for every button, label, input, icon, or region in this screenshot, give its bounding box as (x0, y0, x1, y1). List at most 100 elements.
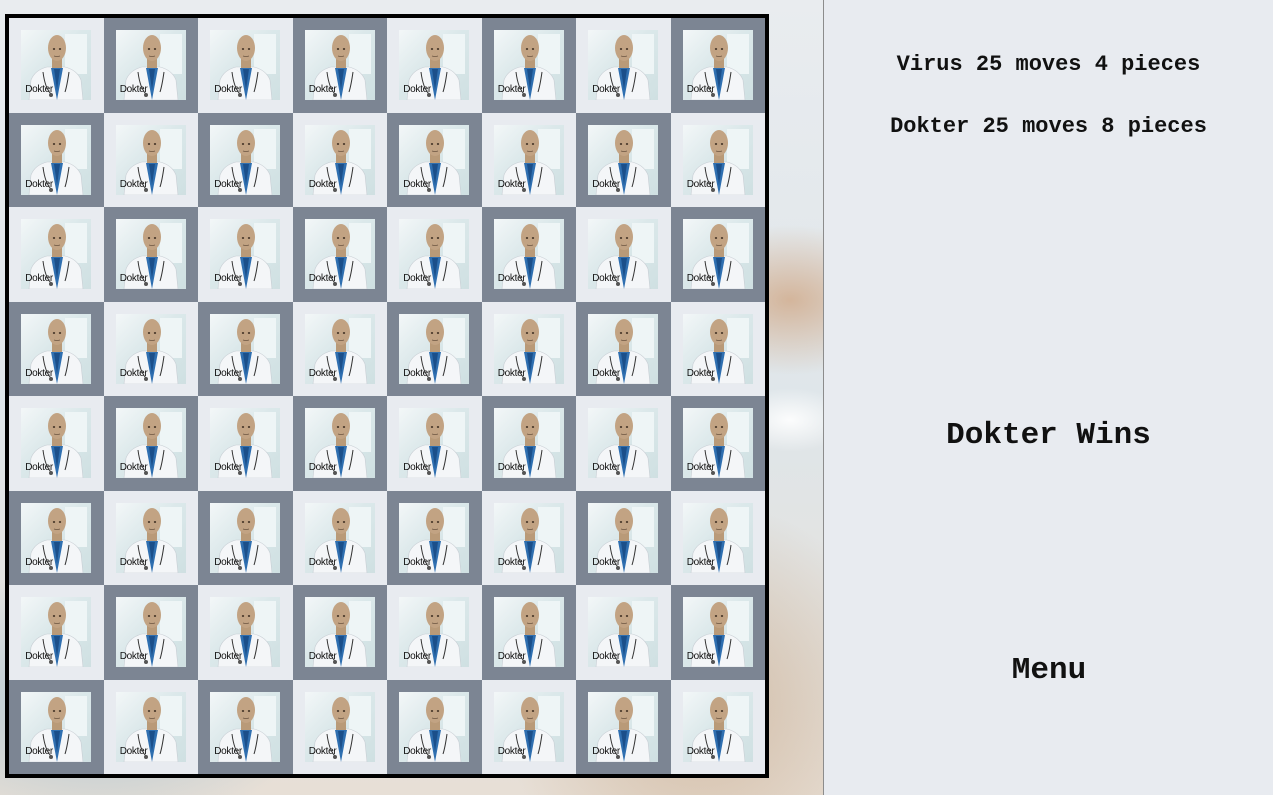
board-cell[interactable]: Dokter (387, 490, 482, 585)
dokter-piece-icon[interactable]: Dokter (588, 502, 659, 573)
board-cell[interactable]: Dokter (481, 396, 576, 491)
board-cell[interactable]: Dokter (103, 585, 198, 680)
dokter-piece-icon[interactable]: Dokter (399, 597, 470, 668)
dokter-piece-icon[interactable]: Dokter (682, 219, 753, 290)
board-cell[interactable]: Dokter (576, 207, 671, 302)
dokter-piece-icon[interactable]: Dokter (399, 124, 470, 195)
dokter-piece-icon[interactable]: Dokter (21, 408, 92, 479)
dokter-piece-icon[interactable]: Dokter (399, 219, 470, 290)
board-cell[interactable]: Dokter (670, 585, 765, 680)
dokter-piece-icon[interactable]: Dokter (115, 30, 186, 101)
dokter-piece-icon[interactable]: Dokter (588, 219, 659, 290)
dokter-piece-icon[interactable]: Dokter (399, 691, 470, 762)
board-cell[interactable]: Dokter (387, 301, 482, 396)
dokter-piece-icon[interactable]: Dokter (21, 219, 92, 290)
board-cell[interactable]: Dokter (292, 207, 387, 302)
board-cell[interactable]: Dokter (198, 585, 293, 680)
board-cell[interactable]: Dokter (9, 301, 104, 396)
dokter-piece-icon[interactable]: Dokter (399, 502, 470, 573)
board-cell[interactable]: Dokter (9, 112, 104, 207)
dokter-piece-icon[interactable]: Dokter (588, 691, 659, 762)
dokter-piece-icon[interactable]: Dokter (493, 408, 564, 479)
dokter-piece-icon[interactable]: Dokter (210, 30, 281, 101)
dokter-piece-icon[interactable]: Dokter (304, 597, 375, 668)
board-cell[interactable]: Dokter (387, 396, 482, 491)
board-cell[interactable]: Dokter (198, 490, 293, 585)
board-cell[interactable]: Dokter (481, 585, 576, 680)
board-cell[interactable]: Dokter (198, 301, 293, 396)
dokter-piece-icon[interactable]: Dokter (588, 408, 659, 479)
dokter-piece-icon[interactable]: Dokter (210, 691, 281, 762)
board-cell[interactable]: Dokter (481, 112, 576, 207)
board-cell[interactable]: Dokter (103, 18, 198, 113)
dokter-piece-icon[interactable]: Dokter (682, 502, 753, 573)
dokter-piece-icon[interactable]: Dokter (304, 691, 375, 762)
board-cell[interactable]: Dokter (670, 679, 765, 774)
board-cell[interactable]: Dokter (387, 112, 482, 207)
dokter-piece-icon[interactable]: Dokter (210, 408, 281, 479)
dokter-piece-icon[interactable]: Dokter (493, 219, 564, 290)
board-cell[interactable]: Dokter (103, 490, 198, 585)
dokter-piece-icon[interactable]: Dokter (588, 313, 659, 384)
board-cell[interactable]: Dokter (576, 679, 671, 774)
dokter-piece-icon[interactable]: Dokter (210, 597, 281, 668)
dokter-piece-icon[interactable]: Dokter (493, 313, 564, 384)
menu-button[interactable]: Menu (974, 650, 1124, 690)
dokter-piece-icon[interactable]: Dokter (21, 502, 92, 573)
dokter-piece-icon[interactable]: Dokter (493, 30, 564, 101)
dokter-piece-icon[interactable]: Dokter (304, 219, 375, 290)
dokter-piece-icon[interactable]: Dokter (210, 502, 281, 573)
dokter-piece-icon[interactable]: Dokter (21, 691, 92, 762)
board-cell[interactable]: Dokter (9, 679, 104, 774)
board-cell[interactable]: Dokter (292, 679, 387, 774)
dokter-piece-icon[interactable]: Dokter (588, 597, 659, 668)
dokter-piece-icon[interactable]: Dokter (682, 408, 753, 479)
board-cell[interactable]: Dokter (292, 112, 387, 207)
board-cell[interactable]: Dokter (576, 490, 671, 585)
board-cell[interactable]: Dokter (9, 585, 104, 680)
board-cell[interactable]: Dokter (576, 396, 671, 491)
dokter-piece-icon[interactable]: Dokter (682, 597, 753, 668)
board-cell[interactable]: Dokter (670, 18, 765, 113)
board-cell[interactable]: Dokter (481, 679, 576, 774)
board-cell[interactable]: Dokter (292, 18, 387, 113)
dokter-piece-icon[interactable]: Dokter (115, 313, 186, 384)
dokter-piece-icon[interactable]: Dokter (304, 408, 375, 479)
board-cell[interactable]: Dokter (670, 207, 765, 302)
dokter-piece-icon[interactable]: Dokter (210, 219, 281, 290)
board-cell[interactable]: Dokter (481, 490, 576, 585)
dokter-piece-icon[interactable]: Dokter (588, 30, 659, 101)
board-cell[interactable]: Dokter (198, 18, 293, 113)
board-cell[interactable]: Dokter (387, 585, 482, 680)
dokter-piece-icon[interactable]: Dokter (493, 502, 564, 573)
dokter-piece-icon[interactable]: Dokter (304, 30, 375, 101)
board-cell[interactable]: Dokter (103, 679, 198, 774)
dokter-piece-icon[interactable]: Dokter (115, 124, 186, 195)
board-cell[interactable]: Dokter (670, 490, 765, 585)
board-cell[interactable]: Dokter (198, 679, 293, 774)
board-cell[interactable]: Dokter (103, 207, 198, 302)
board-cell[interactable]: Dokter (576, 112, 671, 207)
dokter-piece-icon[interactable]: Dokter (682, 313, 753, 384)
board-cell[interactable]: Dokter (292, 585, 387, 680)
board-cell[interactable]: Dokter (576, 585, 671, 680)
dokter-piece-icon[interactable]: Dokter (115, 219, 186, 290)
board-cell[interactable]: Dokter (576, 301, 671, 396)
board-cell[interactable]: Dokter (103, 112, 198, 207)
board-cell[interactable]: Dokter (9, 490, 104, 585)
board-cell[interactable]: Dokter (387, 207, 482, 302)
board-cell[interactable]: Dokter (9, 396, 104, 491)
dokter-piece-icon[interactable]: Dokter (21, 313, 92, 384)
board-cell[interactable]: Dokter (198, 207, 293, 302)
dokter-piece-icon[interactable]: Dokter (682, 124, 753, 195)
dokter-piece-icon[interactable]: Dokter (588, 124, 659, 195)
dokter-piece-icon[interactable]: Dokter (115, 597, 186, 668)
dokter-piece-icon[interactable]: Dokter (682, 30, 753, 101)
dokter-piece-icon[interactable]: Dokter (304, 502, 375, 573)
board-cell[interactable]: Dokter (103, 301, 198, 396)
dokter-piece-icon[interactable]: Dokter (115, 691, 186, 762)
dokter-piece-icon[interactable]: Dokter (304, 313, 375, 384)
dokter-piece-icon[interactable]: Dokter (21, 597, 92, 668)
board-cell[interactable]: Dokter (292, 301, 387, 396)
board-cell[interactable]: Dokter (292, 396, 387, 491)
